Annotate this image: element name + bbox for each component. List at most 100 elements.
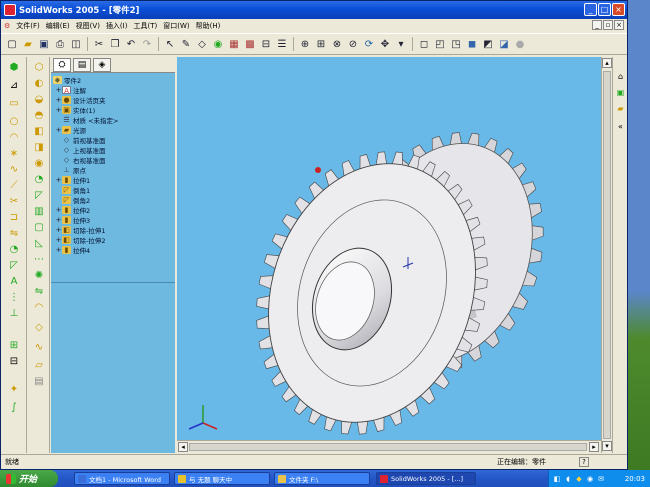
gear-model-view[interactable]	[177, 57, 601, 440]
scroll-down-icon[interactable]: ▾	[602, 441, 612, 451]
trim-tool-icon[interactable]: ✂	[6, 195, 22, 209]
sweep-icon[interactable]: ◒	[31, 93, 47, 107]
task-pane-library-icon[interactable]: ▣	[615, 87, 626, 98]
menu-window[interactable]: 窗口(W)	[160, 21, 192, 31]
tab-property-manager-icon[interactable]: ▤	[73, 58, 91, 72]
grid-tool-icon[interactable]: ⊞	[6, 339, 22, 353]
extrude-cut-icon[interactable]: ◧	[31, 125, 47, 139]
tree-item-top-plane[interactable]: ◇ 上视基准面	[55, 145, 106, 155]
extrude-boss-icon[interactable]: ⬡	[31, 61, 47, 75]
view-options-icon[interactable]: ⊟	[259, 37, 273, 52]
section-view-icon[interactable]: ◪	[497, 37, 511, 52]
relations-tool-icon[interactable]: ⊥	[6, 307, 22, 321]
circular-pattern-icon[interactable]: ✺	[31, 269, 47, 283]
scroll-right-icon[interactable]: ▸	[589, 442, 599, 452]
open-icon[interactable]: ▰	[21, 37, 35, 52]
expand-icon[interactable]: +	[55, 206, 62, 214]
shadow-icon[interactable]: ◩	[481, 37, 495, 52]
tab-configuration-manager-icon[interactable]: ◈	[93, 58, 111, 72]
draft-icon[interactable]: ◺	[31, 237, 47, 251]
menu-tools[interactable]: 工具(T)	[130, 21, 160, 31]
maximize-button[interactable]: □	[598, 3, 611, 16]
menu-file[interactable]: 文件(F)	[13, 21, 43, 31]
undo-icon[interactable]: ↶	[124, 37, 138, 52]
revolve-cut-icon[interactable]: ◨	[31, 141, 47, 155]
tree-item-origin[interactable]: ⊥ 原点	[55, 165, 86, 175]
curves-icon[interactable]: ∿	[31, 341, 47, 355]
expand-icon[interactable]: +	[55, 236, 62, 244]
tree-item-material[interactable]: ☰ 材质 <未指定>	[55, 115, 118, 125]
tree-item-annotations[interactable]: + A 注解	[55, 85, 86, 95]
tree-root[interactable]: ◆ 零件2	[53, 75, 81, 85]
sketch-tool-icon[interactable]: ⬢	[6, 61, 22, 75]
tray-ime-icon[interactable]: ◉	[586, 475, 594, 483]
rebuild-icon[interactable]: ◉	[211, 37, 225, 52]
task-pane-folder-icon[interactable]: ▰	[615, 103, 626, 114]
circle-tool-icon[interactable]: ○	[6, 115, 22, 129]
vertical-scroll-thumb[interactable]	[603, 71, 611, 439]
task-pane-collapse-icon[interactable]: «	[615, 121, 626, 132]
tree-item-chamfer1[interactable]: ◸ 倒角1	[55, 185, 90, 195]
rectangle-tool-icon[interactable]: ▭	[6, 97, 22, 111]
pattern-tool-icon[interactable]: ⋮	[6, 291, 22, 305]
tray-network-icon[interactable]: ◧	[553, 475, 561, 483]
taskbar-item-active[interactable]: SolidWorks 2005 - [...]	[376, 472, 476, 485]
mirror-tool-icon[interactable]: ⇋	[6, 227, 22, 241]
redo-icon[interactable]: ↷	[140, 37, 154, 52]
shell-icon[interactable]: ▢	[31, 221, 47, 235]
fillet-tool-icon[interactable]: ◔	[6, 243, 22, 257]
dome-icon[interactable]: ◠	[31, 301, 47, 315]
expand-icon[interactable]: +	[55, 176, 62, 184]
tree-item-cut-extrude2[interactable]: + ◧ 切除-拉伸2	[55, 235, 105, 245]
zoom-fit-icon[interactable]: ⊕	[298, 37, 312, 52]
smart-dimension-icon[interactable]: ◇	[195, 37, 209, 52]
print-preview-icon[interactable]: ◫	[69, 37, 83, 52]
menu-insert[interactable]: 插入(I)	[103, 21, 131, 31]
mirror-feature-icon[interactable]: ⇋	[31, 285, 47, 299]
close-button[interactable]: ×	[612, 3, 625, 16]
view-orientation-icon[interactable]: ▾	[394, 37, 408, 52]
layers-icon[interactable]: ☰	[275, 37, 289, 52]
help-button[interactable]: ?	[579, 457, 589, 467]
expand-icon[interactable]: +	[55, 86, 62, 94]
horizontal-scroll-thumb[interactable]	[189, 443, 587, 451]
doc-close-button[interactable]: ×	[614, 20, 624, 30]
tree-item-lights[interactable]: + ▰ 光源	[55, 125, 86, 135]
instant3d-icon[interactable]: ▤	[31, 375, 47, 389]
blocks-tool-icon[interactable]: ⊟	[6, 355, 22, 369]
select-icon[interactable]: ↖	[163, 37, 177, 52]
tree-item-cut-extrude1[interactable]: + ◧ 切除-拉伸1	[55, 225, 105, 235]
smart-tool-icon[interactable]: ✦	[6, 383, 22, 397]
new-icon[interactable]: ▢	[5, 37, 19, 52]
taskbar-item[interactable]: 与 无题 聊天中	[174, 472, 270, 485]
chamfer-tool-icon[interactable]: ◸	[6, 259, 22, 273]
offset-tool-icon[interactable]: ⊐	[6, 211, 22, 225]
wireframe-icon[interactable]: ◻	[417, 37, 431, 52]
expand-icon[interactable]: +	[55, 96, 62, 104]
centerline-tool-icon[interactable]: ⟋	[6, 179, 22, 193]
options-icon[interactable]: ▦	[227, 37, 241, 52]
linear-pattern-icon[interactable]: ⋯	[31, 253, 47, 267]
tray-chat-icon[interactable]: ✉	[597, 475, 605, 483]
shaded-icon[interactable]: ◼	[465, 37, 479, 52]
expand-icon[interactable]: +	[55, 126, 62, 134]
perspective-icon[interactable]: ●	[513, 37, 527, 52]
start-button[interactable]: 开始	[0, 470, 58, 487]
tree-item-front-plane[interactable]: ◇ 前视基准面	[55, 135, 106, 145]
hidden-lines-visible-icon[interactable]: ◰	[433, 37, 447, 52]
sketch-icon[interactable]: ✎	[179, 37, 193, 52]
tray-antivirus-icon[interactable]: ◆	[575, 475, 583, 483]
menu-edit[interactable]: 编辑(E)	[43, 21, 73, 31]
zoom-selection-icon[interactable]: ⊘	[346, 37, 360, 52]
zoom-in-out-icon[interactable]: ⊗	[330, 37, 344, 52]
line-tool-icon[interactable]: ⊿	[6, 79, 22, 93]
scroll-up-icon[interactable]: ▴	[602, 58, 612, 68]
cut-icon[interactable]: ✂	[92, 37, 106, 52]
tree-item-chamfer2[interactable]: ◸ 倒角2	[55, 195, 90, 205]
surface-icon[interactable]: ▱	[31, 359, 47, 373]
tree-item-extrude1[interactable]: + ▮ 拉伸1	[55, 175, 90, 185]
tree-item-right-plane[interactable]: ◇ 右视基准面	[55, 155, 106, 165]
task-pane-home-icon[interactable]: ⌂	[615, 71, 626, 82]
pan-icon[interactable]: ✥	[378, 37, 392, 52]
vertical-scrollbar[interactable]: ▴ ▾	[601, 57, 612, 453]
